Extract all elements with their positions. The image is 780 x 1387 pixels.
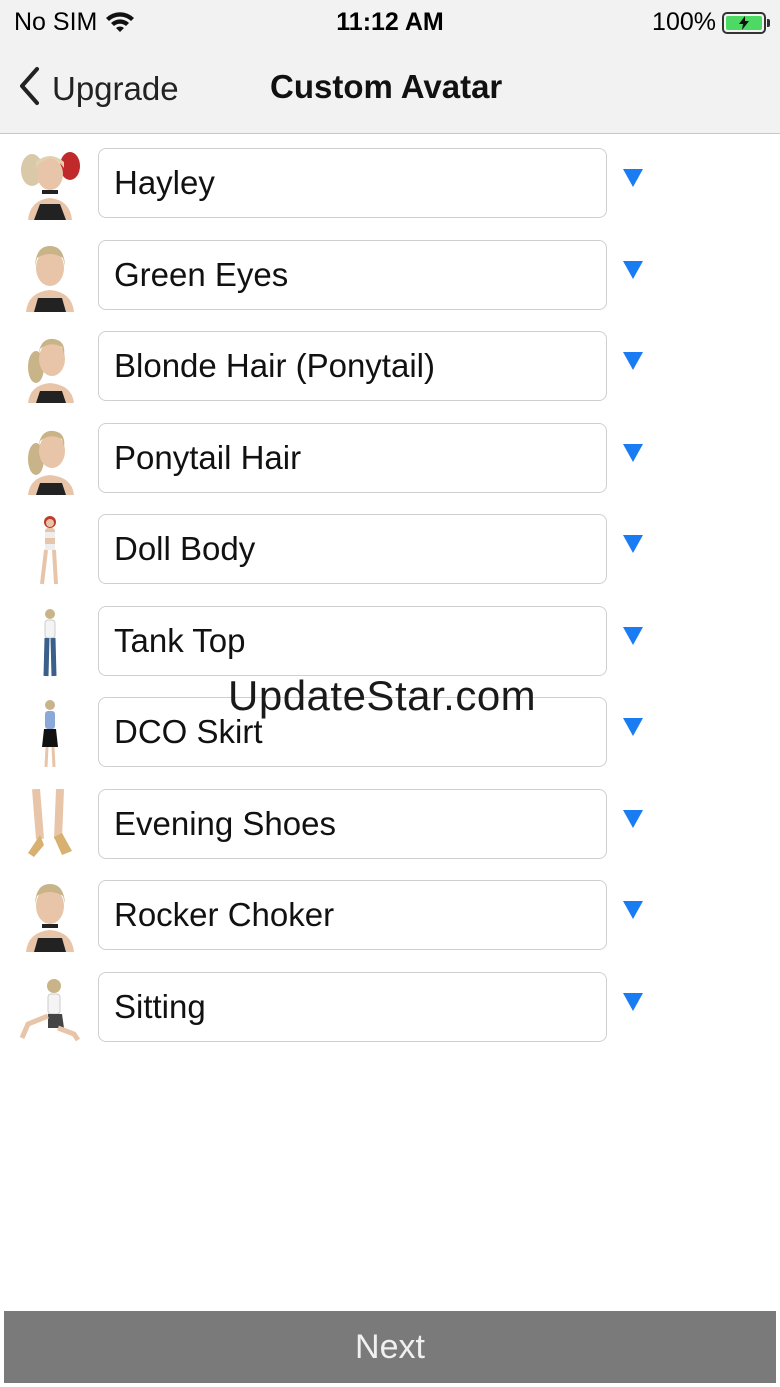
option-select-field[interactable]: Doll Body — [98, 514, 607, 584]
status-right: 100% — [652, 8, 770, 37]
option-select-field[interactable]: Blonde Hair (Ponytail) — [98, 331, 607, 401]
avatar-thumbnail — [18, 788, 82, 861]
option-row: Evening Shoes — [0, 788, 780, 881]
dropdown-triangle-icon[interactable] — [622, 717, 644, 737]
back-button[interactable]: Upgrade — [18, 66, 179, 111]
option-select-field[interactable]: Ponytail Hair — [98, 422, 607, 493]
dropdown-triangle-icon[interactable] — [622, 260, 644, 280]
battery-level — [726, 15, 762, 30]
dropdown-triangle-icon[interactable] — [622, 992, 644, 1012]
option-row: Ponytail Hair — [0, 422, 780, 515]
avatar-thumbnail — [18, 605, 82, 678]
option-select-field[interactable]: Rocker Choker — [98, 880, 607, 950]
option-row: Doll Body — [0, 514, 780, 606]
avatar-thumbnail — [18, 148, 82, 220]
next-button[interactable]: Next — [4, 1311, 776, 1383]
avatar-thumbnail — [18, 331, 82, 403]
avatar-thumbnail — [18, 514, 82, 586]
watermark: UpdateStar.com — [228, 672, 537, 719]
battery-percent: 100% — [652, 8, 716, 36]
option-select-field[interactable]: Green Eyes — [98, 239, 607, 310]
option-row: Hayley — [0, 148, 780, 240]
option-row: Sitting — [0, 971, 780, 1064]
status-bar: No SIM 11:12 AM 100% — [0, 0, 780, 44]
option-row: Green Eyes — [0, 239, 780, 332]
avatar-thumbnail — [18, 697, 82, 769]
option-row: Rocker Choker — [0, 880, 780, 972]
dropdown-triangle-icon[interactable] — [622, 351, 644, 371]
chevron-left-icon — [18, 66, 40, 111]
option-select-field[interactable]: Sitting — [98, 971, 607, 1042]
option-row: Blonde Hair (Ponytail) — [0, 331, 780, 423]
avatar-thumbnail — [18, 971, 82, 1044]
option-select-field[interactable]: Evening Shoes — [98, 788, 607, 859]
battery-icon — [722, 11, 770, 34]
dropdown-triangle-icon[interactable] — [622, 626, 644, 646]
dropdown-triangle-icon[interactable] — [622, 443, 644, 463]
dropdown-triangle-icon[interactable] — [622, 168, 644, 188]
back-label: Upgrade — [52, 69, 179, 107]
option-select-field[interactable]: Tank Top — [98, 605, 607, 676]
avatar-thumbnail — [18, 880, 82, 952]
dropdown-triangle-icon[interactable] — [622, 809, 644, 829]
avatar-thumbnail — [18, 422, 82, 495]
navigation-bar: Upgrade Custom Avatar — [0, 44, 780, 134]
option-select-field[interactable]: Hayley — [98, 148, 607, 218]
dropdown-triangle-icon[interactable] — [622, 534, 644, 554]
avatar-thumbnail — [18, 239, 82, 312]
dropdown-triangle-icon[interactable] — [622, 900, 644, 920]
page-title: Custom Avatar — [270, 68, 503, 105]
avatar-options-list: Hayley Green Eyes Blonde Hair (Ponytail) Po… — [0, 148, 780, 1063]
